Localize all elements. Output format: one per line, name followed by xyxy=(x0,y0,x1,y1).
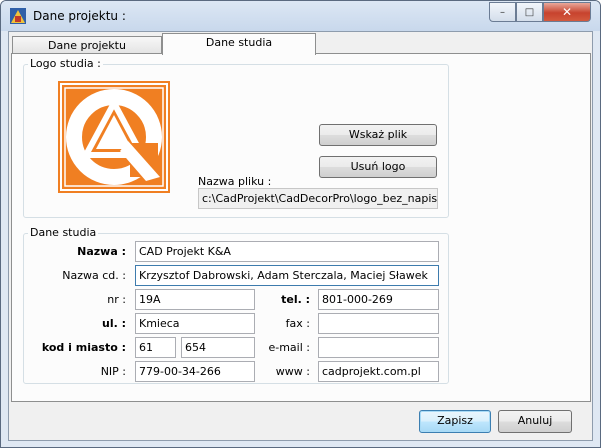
tel-input[interactable]: 801-000-269 xyxy=(318,289,439,310)
street-input[interactable]: Kmieca xyxy=(135,313,255,334)
file-name-label: Nazwa pliku : xyxy=(198,175,272,188)
nr-input[interactable]: 19A xyxy=(135,289,255,310)
save-button[interactable]: Zapisz xyxy=(419,410,491,433)
maximize-button[interactable]: □ xyxy=(516,2,543,22)
tab-label: Dane projektu xyxy=(48,39,126,52)
postcode-city-label: kod i miasto : xyxy=(41,341,126,354)
app-icon xyxy=(10,8,26,24)
name-cd-label: Nazwa cd. : xyxy=(62,269,126,282)
logo-group: Logo studia : Wskaż plik Usuń logo Nazwa… xyxy=(23,57,449,218)
file-name-field: c:\CadProjekt\CadDecorPro\logo_bez_napis… xyxy=(198,188,438,209)
nip-input[interactable]: 779-00-34-266 xyxy=(135,361,255,382)
minimize-icon: – xyxy=(500,6,505,18)
cancel-label: Anuluj xyxy=(517,414,553,427)
tab-panel-dane-studia: Logo studia : Wskaż plik Usuń logo Nazwa… xyxy=(11,53,591,402)
nip-label: NIP : xyxy=(100,365,126,378)
save-label: Zapisz xyxy=(437,414,473,427)
studio-data-group: Dane studia Nazwa : CAD Projekt K&A Nazw… xyxy=(23,226,449,384)
name-label: Nazwa : xyxy=(77,245,126,258)
dialog-client-area: Dane projektu Dane studia Logo studia : xyxy=(8,31,593,441)
email-label: e-mail : xyxy=(268,341,310,354)
close-button[interactable]: ✕ xyxy=(543,2,591,22)
title-bar: Dane projektu : – □ ✕ xyxy=(1,1,600,31)
studio-logo-image xyxy=(58,81,170,193)
city-input[interactable]: 654 xyxy=(181,337,255,358)
maximize-icon: □ xyxy=(524,6,535,18)
postcode-input[interactable]: 61 xyxy=(135,337,176,358)
street-label: ul. : xyxy=(101,317,126,330)
window-title: Dane projektu : xyxy=(33,9,126,23)
logo-group-legend: Logo studia : xyxy=(28,57,103,70)
tab-dane-studia[interactable]: Dane studia xyxy=(162,33,316,55)
fax-label: fax : xyxy=(285,317,310,330)
minimize-button[interactable]: – xyxy=(489,2,516,22)
studio-data-legend: Dane studia xyxy=(28,226,99,239)
www-input[interactable]: cadprojekt.com.pl xyxy=(318,361,439,382)
remove-logo-button[interactable]: Usuń logo xyxy=(319,156,437,178)
tel-label: tel. : xyxy=(281,293,310,306)
www-label: www : xyxy=(275,365,310,378)
cancel-button[interactable]: Anuluj xyxy=(498,410,572,433)
name-cd-input[interactable]: Krzysztof Dabrowski, Adam Sterczala, Mac… xyxy=(135,265,439,286)
dialog-window: Dane projektu : – □ ✕ Dane projektu Dane… xyxy=(0,0,601,448)
tab-dane-projektu[interactable]: Dane projektu xyxy=(12,36,162,54)
name-input[interactable]: CAD Projekt K&A xyxy=(135,241,439,262)
nr-label: nr : xyxy=(107,293,126,306)
tab-label: Dane studia xyxy=(205,36,273,49)
fax-input[interactable] xyxy=(318,313,439,334)
point-file-label: Wskaż plik xyxy=(348,128,408,141)
email-input[interactable] xyxy=(318,337,439,358)
remove-logo-label: Usuń logo xyxy=(350,160,406,173)
close-icon: ✕ xyxy=(561,5,573,19)
point-file-button[interactable]: Wskaż plik xyxy=(319,124,437,146)
